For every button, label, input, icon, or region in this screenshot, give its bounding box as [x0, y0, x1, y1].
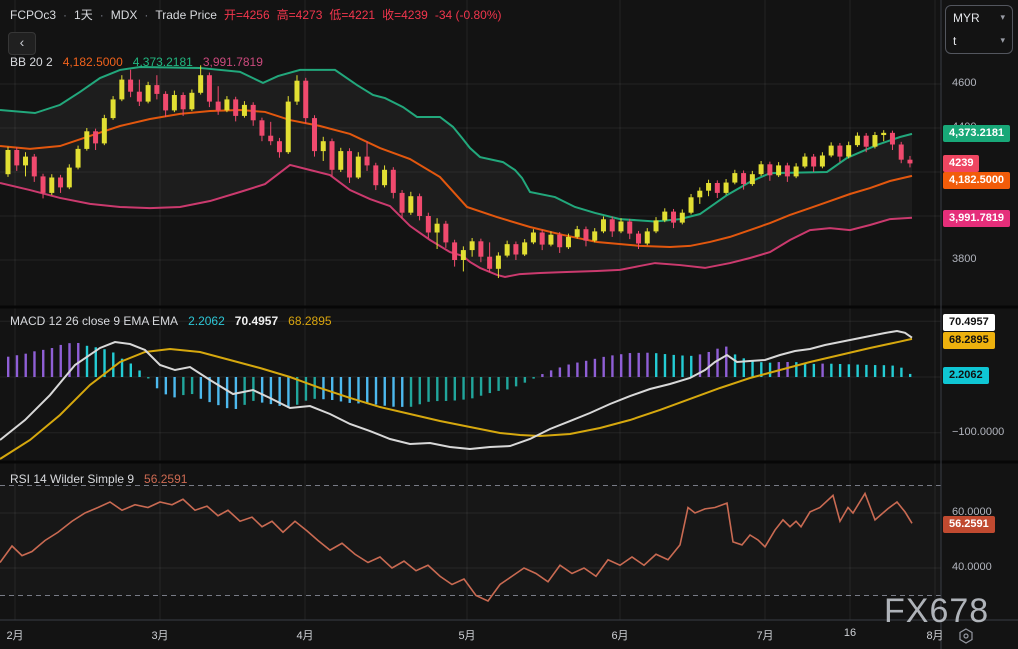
rsi-axis-label-40: 40.0000 — [952, 561, 992, 573]
chevron-down-icon: ▾ — [1000, 12, 1005, 23]
bb-lower-value: 3,991.7819 — [203, 55, 263, 69]
change-value: -34 (-0.80%) — [435, 8, 502, 22]
time-axis-label: 3月 — [151, 627, 168, 643]
axis-settings-panel: MYR ▾ t ▾ — [945, 5, 1013, 54]
time-axis-label: 8月 — [926, 627, 943, 643]
high-value: 高=4273 — [277, 6, 323, 23]
axis-settings-icon[interactable] — [957, 627, 975, 645]
time-axis-label: 2月 — [6, 627, 23, 643]
symbol-name[interactable]: FCPOc3 — [10, 8, 56, 22]
separator-dot: · — [100, 8, 104, 22]
macd-line-badge: 70.4957 — [943, 314, 995, 331]
time-axis-label: 16 — [844, 627, 856, 639]
time-axis-label: 6月 — [611, 627, 628, 643]
bb-label: BB 20 2 — [10, 55, 53, 69]
interval-label[interactable]: 1天 — [74, 6, 93, 23]
unit-dropdown[interactable]: t ▾ — [946, 29, 1012, 52]
macd-line-value: 70.4957 — [235, 314, 278, 328]
macd-signal-value: 68.2895 — [288, 314, 331, 328]
price-axis-label-3800: 3800 — [952, 253, 976, 265]
macd-signal-badge: 68.2895 — [943, 332, 995, 349]
bb-upper-value: 4,373.2181 — [133, 55, 193, 69]
symbol-header: FCPOc3 · 1天 · MDX · Trade Price 开=4256 高… — [10, 6, 502, 23]
bollinger-legend[interactable]: BB 20 2 4,182.5000 4,373.2181 3,991.7819 — [10, 55, 263, 69]
trading-chart-window: { "header": { "symbol": "FCPOc3", "sep":… — [0, 0, 1018, 649]
separator-dot: · — [63, 8, 67, 22]
back-chevron-icon: ‹ — [20, 34, 25, 50]
rsi-value: 56.2591 — [144, 472, 187, 486]
low-value: 低=4221 — [329, 6, 375, 23]
macd-label: MACD 12 26 close 9 EMA EMA — [10, 314, 178, 328]
price-axis-label-4600: 4600 — [952, 77, 976, 89]
bb-lower-badge: 3,991.7819 — [943, 210, 1010, 227]
time-axis-label: 5月 — [458, 627, 475, 643]
rsi-legend[interactable]: RSI 14 Wilder Simple 9 56.2591 — [10, 472, 187, 486]
time-axis-label: 4月 — [296, 627, 313, 643]
time-axis-label: 7月 — [756, 627, 773, 643]
series-label: Trade Price — [155, 8, 217, 22]
separator-dot: · — [144, 8, 148, 22]
chevron-down-icon: ▾ — [1000, 35, 1005, 46]
macd-axis-label-minus100: −100.0000 — [952, 426, 1004, 438]
bb-upper-badge: 4,373.2181 — [943, 125, 1010, 142]
bb-middle-badge: 4,182.5000 — [943, 172, 1010, 189]
unit-value: t — [953, 34, 956, 48]
rsi-label: RSI 14 Wilder Simple 9 — [10, 472, 134, 486]
exchange-label: MDX — [111, 8, 138, 22]
currency-dropdown[interactable]: MYR ▾ — [946, 6, 1012, 29]
macd-legend[interactable]: MACD 12 26 close 9 EMA EMA 2.2062 70.495… — [10, 314, 332, 328]
close-value: 收=4239 — [382, 6, 428, 23]
currency-value: MYR — [953, 11, 980, 25]
back-button[interactable]: ‹ — [8, 32, 36, 55]
macd-histogram-badge: 2.2062 — [943, 367, 989, 384]
macd-histogram-value: 2.2062 — [188, 314, 225, 328]
last-price-badge: 4239 — [943, 155, 979, 172]
time-axis[interactable]: 2月 3月 4月 5月 6月 7月 16 8月 — [0, 620, 1018, 649]
rsi-badge: 56.2591 — [943, 516, 995, 533]
open-value: 开=4256 — [224, 6, 270, 23]
bb-middle-value: 4,182.5000 — [63, 55, 123, 69]
